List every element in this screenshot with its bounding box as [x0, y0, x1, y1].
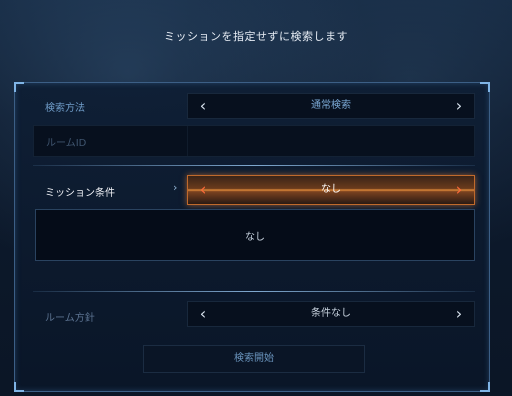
corner-ornament	[14, 82, 24, 92]
pointer-icon: ›	[173, 181, 178, 194]
corner-ornament	[480, 82, 490, 92]
room-id-label: ルームID	[46, 138, 87, 149]
search-method-value: 通常検索	[311, 100, 351, 111]
search-panel: 検索方法 ‹ 通常検索 › ルームID ミッション条件 › ‹ なし › なし …	[14, 82, 490, 392]
room-policy-label: ルーム方針	[45, 313, 95, 324]
divider	[33, 165, 475, 166]
corner-ornament	[480, 382, 490, 392]
chevron-left-icon[interactable]: ‹	[192, 176, 214, 204]
search-method-selector[interactable]: ‹ 通常検索 ›	[187, 93, 475, 119]
mission-condition-selector[interactable]: ‹ なし ›	[187, 175, 475, 205]
header-title: ミッションを指定せずに検索します	[164, 30, 348, 43]
chevron-left-icon[interactable]: ‹	[192, 302, 214, 326]
mission-condition-label: ミッション条件	[45, 188, 115, 199]
room-policy-selector[interactable]: ‹ 条件なし ›	[187, 301, 475, 327]
mission-condition-value: なし	[321, 184, 341, 195]
divider	[33, 291, 475, 292]
mission-detail-box: なし	[35, 209, 475, 261]
start-search-button[interactable]: 検索開始	[143, 345, 365, 373]
search-method-label: 検索方法	[45, 103, 85, 114]
room-id-input[interactable]	[187, 126, 474, 156]
chevron-right-icon[interactable]: ›	[448, 302, 470, 326]
room-policy-value: 条件なし	[311, 308, 351, 319]
corner-ornament	[14, 382, 24, 392]
chevron-right-icon[interactable]: ›	[448, 94, 470, 118]
chevron-left-icon[interactable]: ‹	[192, 94, 214, 118]
mission-detail-text: なし	[245, 232, 265, 243]
room-id-row: ルームID	[33, 125, 475, 157]
chevron-right-icon[interactable]: ›	[448, 176, 470, 204]
